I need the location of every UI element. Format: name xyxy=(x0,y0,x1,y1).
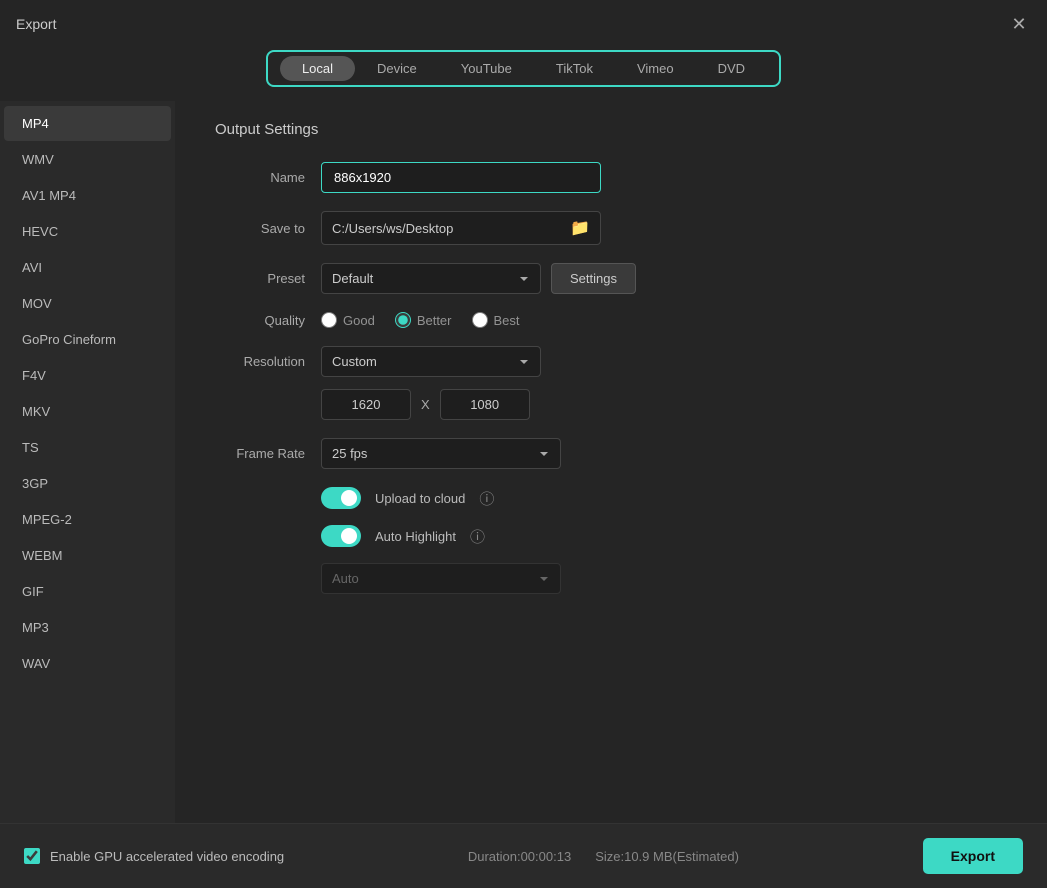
sidebar-item-3gp[interactable]: 3GP xyxy=(4,466,171,501)
footer-left: Enable GPU accelerated video encoding xyxy=(24,848,284,864)
size-info: Size:10.9 MB(Estimated) xyxy=(595,849,739,864)
sidebar-item-wav[interactable]: WAV xyxy=(4,646,171,681)
save-to-field[interactable]: C:/Users/ws/Desktop 📁 xyxy=(321,211,601,245)
tab-local[interactable]: Local xyxy=(280,56,355,81)
auto-highlight-help-icon[interactable]: ⓘ xyxy=(470,526,485,547)
quality-control: Good Better Best xyxy=(321,312,1007,328)
frame-rate-label: Frame Rate xyxy=(215,446,305,461)
tab-bar: Local Device YouTube TikTok Vimeo DVD xyxy=(0,44,1047,101)
quality-best-radio[interactable] xyxy=(472,312,488,328)
auto-highlight-row: Auto Highlight ⓘ xyxy=(321,525,1007,547)
sidebar-item-av1mp4[interactable]: AV1 MP4 xyxy=(4,178,171,213)
save-to-control: C:/Users/ws/Desktop 📁 xyxy=(321,211,1007,245)
upload-cloud-help-icon[interactable]: ⓘ xyxy=(479,488,494,509)
resolution-row: Resolution Custom X xyxy=(215,346,1007,420)
toggle-section: Upload to cloud ⓘ Auto Highlight ⓘ Auto xyxy=(215,487,1007,594)
auto-highlight-slider xyxy=(321,525,361,547)
save-to-label: Save to xyxy=(215,221,305,236)
resolution-label: Resolution xyxy=(215,346,305,369)
quality-better-radio[interactable] xyxy=(395,312,411,328)
frame-rate-control: 25 fps xyxy=(321,438,1007,469)
footer: Enable GPU accelerated video encoding Du… xyxy=(0,823,1047,888)
sidebar-item-mp3[interactable]: MP3 xyxy=(4,610,171,645)
tab-container: Local Device YouTube TikTok Vimeo DVD xyxy=(266,50,781,87)
tab-tiktok[interactable]: TikTok xyxy=(534,56,615,81)
auto-select-dropdown[interactable]: Auto xyxy=(321,563,561,594)
preset-row-inner: Default Settings xyxy=(321,263,1007,294)
folder-icon[interactable]: 📁 xyxy=(570,218,590,238)
window-title: Export xyxy=(16,16,56,32)
export-button[interactable]: Export xyxy=(923,838,1023,874)
name-control xyxy=(321,162,1007,193)
close-button[interactable]: ✕ xyxy=(1007,12,1031,36)
sidebar-item-avi[interactable]: AVI xyxy=(4,250,171,285)
resolution-width-input[interactable] xyxy=(321,389,411,420)
resolution-x-separator: X xyxy=(421,397,430,412)
quality-better[interactable]: Better xyxy=(395,312,452,328)
sidebar-item-mpeg2[interactable]: MPEG-2 xyxy=(4,502,171,537)
gpu-checkbox[interactable] xyxy=(24,848,40,864)
settings-panel: Output Settings Name Save to C:/Users/ws… xyxy=(175,101,1047,823)
preset-label: Preset xyxy=(215,271,305,286)
sidebar-item-mov[interactable]: MOV xyxy=(4,286,171,321)
quality-label: Quality xyxy=(215,313,305,328)
sidebar-item-f4v[interactable]: F4V xyxy=(4,358,171,393)
name-input[interactable] xyxy=(321,162,601,193)
duration-info: Duration:00:00:13 xyxy=(468,849,571,864)
sidebar-item-gopro[interactable]: GoPro Cineform xyxy=(4,322,171,357)
sidebar-item-wmv[interactable]: WMV xyxy=(4,142,171,177)
upload-cloud-label: Upload to cloud xyxy=(375,491,465,506)
sidebar-item-ts[interactable]: TS xyxy=(4,430,171,465)
sidebar-item-gif[interactable]: GIF xyxy=(4,574,171,609)
quality-options: Good Better Best xyxy=(321,312,1007,328)
name-label: Name xyxy=(215,170,305,185)
tab-vimeo[interactable]: Vimeo xyxy=(615,56,696,81)
resolution-inner: Custom X xyxy=(321,346,1007,420)
sidebar-item-mkv[interactable]: MKV xyxy=(4,394,171,429)
quality-good-radio[interactable] xyxy=(321,312,337,328)
footer-center: Duration:00:00:13 Size:10.9 MB(Estimated… xyxy=(468,849,739,864)
quality-row: Quality Good Better Best xyxy=(215,312,1007,328)
gpu-label: Enable GPU accelerated video encoding xyxy=(50,849,284,864)
tab-youtube[interactable]: YouTube xyxy=(439,56,534,81)
preset-row: Preset Default Settings xyxy=(215,263,1007,294)
sidebar-item-webm[interactable]: WEBM xyxy=(4,538,171,573)
main-content: MP4 WMV AV1 MP4 HEVC AVI MOV GoPro Cinef… xyxy=(0,101,1047,823)
quality-best-label: Best xyxy=(494,313,520,328)
resolution-control: Custom X xyxy=(321,346,1007,420)
app-window: Export ✕ Local Device YouTube TikTok Vim… xyxy=(0,0,1047,888)
tab-dvd[interactable]: DVD xyxy=(696,56,767,81)
frame-rate-row: Frame Rate 25 fps xyxy=(215,438,1007,469)
panel-title: Output Settings xyxy=(215,121,1007,138)
upload-cloud-slider xyxy=(321,487,361,509)
preset-dropdown[interactable]: Default xyxy=(321,263,541,294)
frame-rate-dropdown[interactable]: 25 fps xyxy=(321,438,561,469)
quality-better-label: Better xyxy=(417,313,452,328)
auto-highlight-toggle[interactable] xyxy=(321,525,361,547)
quality-best[interactable]: Best xyxy=(472,312,520,328)
upload-cloud-toggle[interactable] xyxy=(321,487,361,509)
tab-device[interactable]: Device xyxy=(355,56,439,81)
upload-cloud-row: Upload to cloud ⓘ xyxy=(321,487,1007,509)
auto-dropdown-row: Auto xyxy=(321,563,1007,594)
auto-highlight-label: Auto Highlight xyxy=(375,529,456,544)
sidebar-item-mp4[interactable]: MP4 xyxy=(4,106,171,141)
resolution-dropdown[interactable]: Custom xyxy=(321,346,541,377)
title-bar: Export ✕ xyxy=(0,0,1047,44)
resolution-height-input[interactable] xyxy=(440,389,530,420)
save-to-row: Save to C:/Users/ws/Desktop 📁 xyxy=(215,211,1007,245)
quality-good-label: Good xyxy=(343,313,375,328)
save-to-path: C:/Users/ws/Desktop xyxy=(332,221,562,236)
quality-good[interactable]: Good xyxy=(321,312,375,328)
settings-button[interactable]: Settings xyxy=(551,263,636,294)
name-row: Name xyxy=(215,162,1007,193)
resolution-inputs: X xyxy=(321,389,1007,420)
preset-control: Default Settings xyxy=(321,263,1007,294)
sidebar-item-hevc[interactable]: HEVC xyxy=(4,214,171,249)
sidebar: MP4 WMV AV1 MP4 HEVC AVI MOV GoPro Cinef… xyxy=(0,101,175,823)
